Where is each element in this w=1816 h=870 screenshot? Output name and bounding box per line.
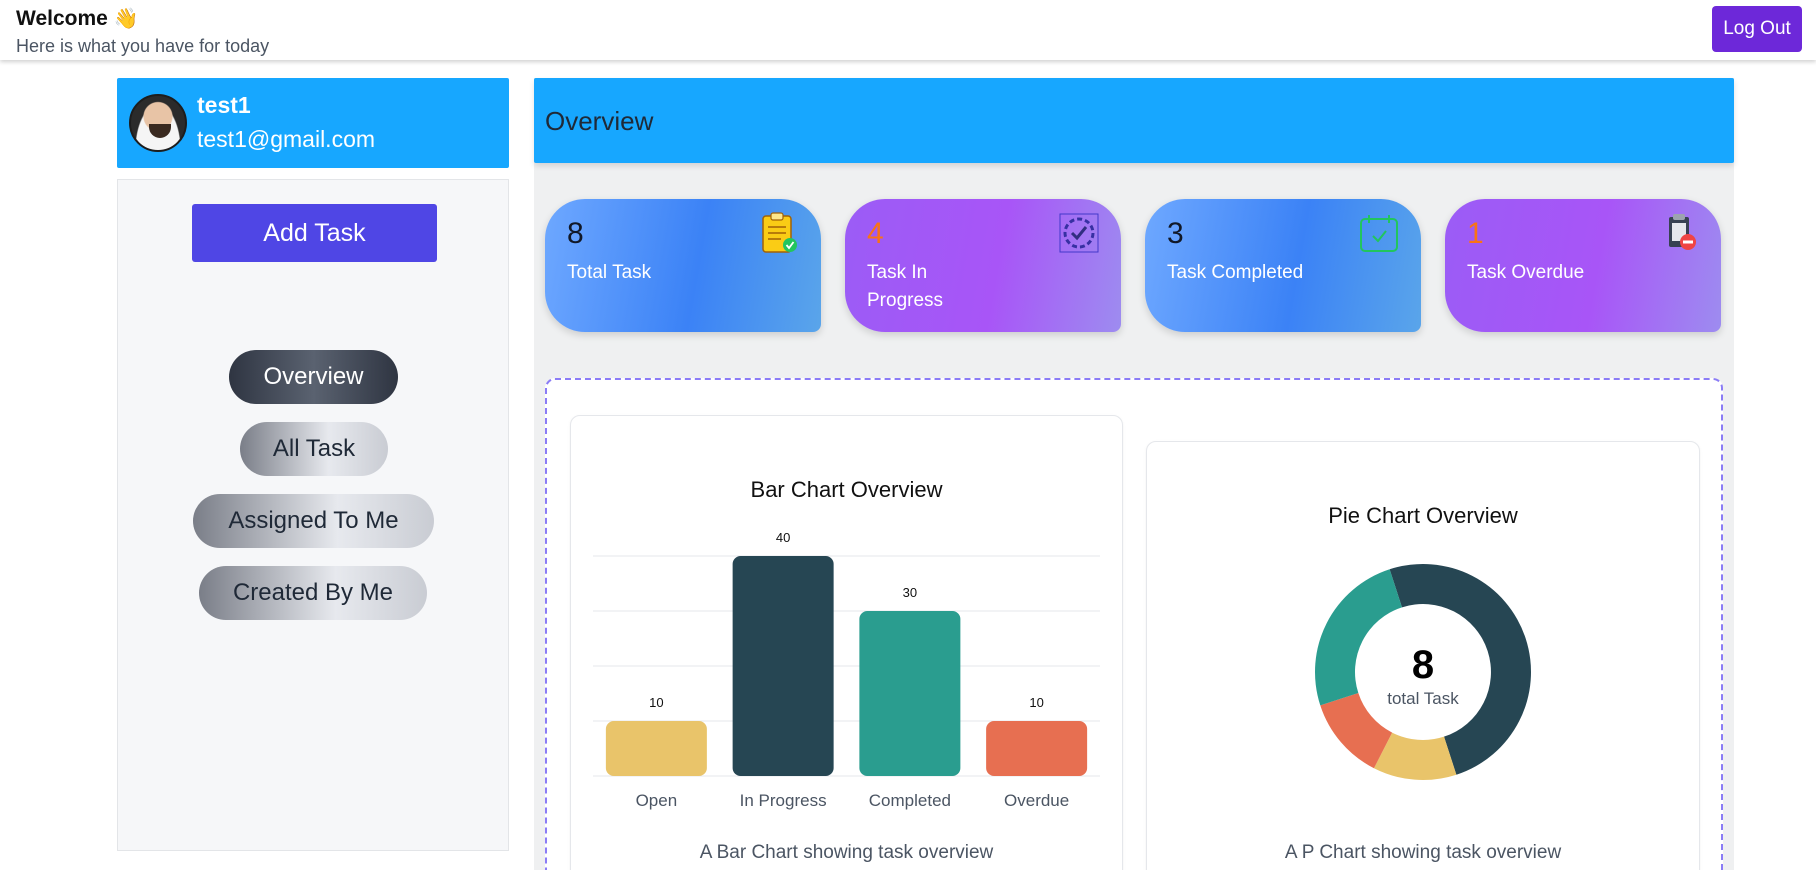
x-tick-label: In Progress bbox=[740, 791, 827, 810]
bar-chart-title: Bar Chart Overview bbox=[750, 477, 943, 502]
bar-open[interactable] bbox=[605, 721, 707, 776]
welcome-heading: Welcome 👋 bbox=[16, 6, 139, 31]
sidebar-item-overview[interactable]: Overview bbox=[229, 350, 398, 404]
stat-card-total: 8 Total Task bbox=[545, 199, 821, 332]
stat-card-completed: 3 Task Completed bbox=[1145, 199, 1421, 332]
bar-value-label: 30 bbox=[903, 585, 917, 600]
sidebar-item-assigned-to-me[interactable]: Assigned To Me bbox=[193, 494, 434, 548]
slice-completed[interactable] bbox=[1315, 569, 1402, 706]
stat-label: Task In Progress bbox=[867, 262, 944, 311]
bar-chart-caption: A Bar Chart showing task overview bbox=[699, 842, 994, 863]
bar-value-label: 10 bbox=[649, 695, 663, 710]
wave-emoji-icon: 👋 bbox=[113, 8, 139, 30]
stat-value: 1 bbox=[1467, 217, 1484, 250]
stat-card-overdue: 1 Task Overdue bbox=[1445, 199, 1721, 332]
bar-value-label: 40 bbox=[776, 530, 790, 545]
stat-card-in-progress: 4 Task In Progress bbox=[845, 199, 1121, 332]
pie-chart-card: Pie Chart Overview 8 total Task A P Chart… bbox=[1146, 441, 1700, 870]
sidebar: Add Task Overview All Task Assigned To M… bbox=[117, 179, 509, 851]
profile-email: test1@gmail.com bbox=[197, 126, 376, 152]
bar-value-label: 10 bbox=[1029, 695, 1043, 710]
x-tick-label: Completed bbox=[869, 791, 951, 810]
clipboard-blocked-icon bbox=[1669, 214, 1696, 250]
clipboard-check-icon bbox=[762, 212, 797, 253]
stat-value: 8 bbox=[567, 217, 584, 250]
page-title: Overview bbox=[545, 106, 654, 136]
top-bar: Welcome 👋 Here is what you have for today… bbox=[0, 0, 1816, 60]
stat-label: Task Overdue bbox=[1467, 262, 1585, 283]
progress-check-icon bbox=[1059, 213, 1099, 253]
stat-value: 3 bbox=[1167, 217, 1184, 250]
profile-card: test1 test1@gmail.com bbox=[117, 78, 509, 168]
bar-in-progress[interactable] bbox=[732, 556, 834, 776]
x-tick-label: Open bbox=[636, 791, 678, 810]
pie-center-value: 8 bbox=[1412, 643, 1434, 687]
overview-header: Overview bbox=[534, 78, 1734, 163]
bar-chart-card: Bar Chart Overview 10 Open 40 In Progress 30… bbox=[570, 415, 1123, 870]
calendar-check-icon bbox=[1360, 215, 1398, 252]
sidebar-item-all-task[interactable]: All Task bbox=[240, 422, 388, 476]
pie-chart: 8 total Task bbox=[1315, 564, 1531, 780]
welcome-text: Welcome bbox=[16, 7, 108, 30]
x-tick-label: Overdue bbox=[1004, 791, 1069, 810]
pie-chart-title: Pie Chart Overview bbox=[1328, 503, 1518, 528]
logout-button[interactable]: Log Out bbox=[1712, 6, 1802, 52]
stat-label: Task Completed bbox=[1167, 262, 1304, 283]
bar-chart: 10 Open 40 In Progress 30 Completed 10 Overdue bbox=[593, 530, 1100, 810]
stat-value: 4 bbox=[867, 217, 884, 250]
bar-completed[interactable] bbox=[859, 611, 961, 776]
welcome-subtitle: Here is what you have for today bbox=[16, 36, 270, 56]
add-task-button[interactable]: Add Task bbox=[192, 204, 437, 262]
stat-label: Total Task bbox=[567, 262, 652, 283]
sidebar-item-created-by-me[interactable]: Created By Me bbox=[199, 566, 427, 620]
charts-container: Bar Chart Overview 10 Open 40 In Progress 30… bbox=[545, 378, 1723, 870]
pie-center-label: total Task bbox=[1387, 689, 1459, 708]
pie-chart-caption: A P Chart showing task overview bbox=[1284, 842, 1562, 863]
profile-name: test1 bbox=[197, 92, 251, 118]
avatar bbox=[129, 94, 187, 152]
bar-overdue[interactable] bbox=[986, 721, 1088, 776]
